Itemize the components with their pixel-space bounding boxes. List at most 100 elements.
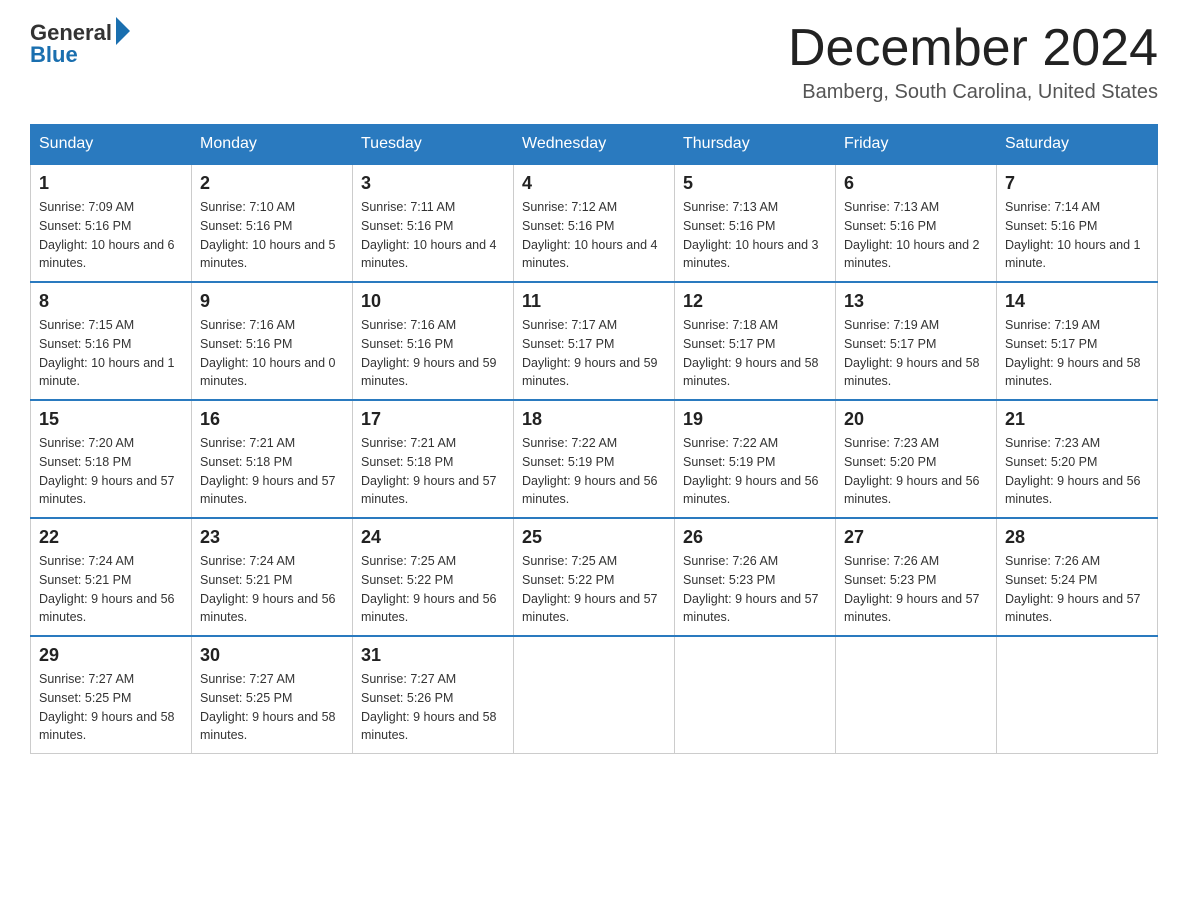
- day-number: 19: [683, 409, 827, 430]
- page-header: General Blue December 2024 Bamberg, Sout…: [30, 20, 1158, 104]
- week-row-5: 29 Sunrise: 7:27 AMSunset: 5:25 PMDaylig…: [31, 636, 1158, 754]
- calendar-cell: 30 Sunrise: 7:27 AMSunset: 5:25 PMDaylig…: [192, 636, 353, 754]
- header-cell-thursday: Thursday: [675, 125, 836, 165]
- day-number: 13: [844, 291, 988, 312]
- day-number: 18: [522, 409, 666, 430]
- calendar-cell: 11 Sunrise: 7:17 AMSunset: 5:17 PMDaylig…: [514, 282, 675, 400]
- day-number: 26: [683, 527, 827, 548]
- calendar-cell: 23 Sunrise: 7:24 AMSunset: 5:21 PMDaylig…: [192, 518, 353, 636]
- calendar-cell: 31 Sunrise: 7:27 AMSunset: 5:26 PMDaylig…: [353, 636, 514, 754]
- day-number: 28: [1005, 527, 1149, 548]
- day-number: 25: [522, 527, 666, 548]
- calendar-cell: 6 Sunrise: 7:13 AMSunset: 5:16 PMDayligh…: [836, 164, 997, 282]
- day-number: 16: [200, 409, 344, 430]
- week-row-2: 8 Sunrise: 7:15 AMSunset: 5:16 PMDayligh…: [31, 282, 1158, 400]
- calendar-cell: 9 Sunrise: 7:16 AMSunset: 5:16 PMDayligh…: [192, 282, 353, 400]
- calendar-cell: 5 Sunrise: 7:13 AMSunset: 5:16 PMDayligh…: [675, 164, 836, 282]
- calendar-cell: [675, 636, 836, 754]
- day-info: Sunrise: 7:10 AMSunset: 5:16 PMDaylight:…: [200, 198, 344, 273]
- day-number: 2: [200, 173, 344, 194]
- day-number: 30: [200, 645, 344, 666]
- calendar-cell: 15 Sunrise: 7:20 AMSunset: 5:18 PMDaylig…: [31, 400, 192, 518]
- calendar-cell: 22 Sunrise: 7:24 AMSunset: 5:21 PMDaylig…: [31, 518, 192, 636]
- week-row-1: 1 Sunrise: 7:09 AMSunset: 5:16 PMDayligh…: [31, 164, 1158, 282]
- header-cell-friday: Friday: [836, 125, 997, 165]
- day-number: 15: [39, 409, 183, 430]
- day-number: 29: [39, 645, 183, 666]
- calendar-cell: 4 Sunrise: 7:12 AMSunset: 5:16 PMDayligh…: [514, 164, 675, 282]
- calendar-cell: [997, 636, 1158, 754]
- day-number: 10: [361, 291, 505, 312]
- day-info: Sunrise: 7:18 AMSunset: 5:17 PMDaylight:…: [683, 316, 827, 391]
- calendar-cell: 29 Sunrise: 7:27 AMSunset: 5:25 PMDaylig…: [31, 636, 192, 754]
- calendar-cell: [514, 636, 675, 754]
- header-cell-saturday: Saturday: [997, 125, 1158, 165]
- logo: General Blue: [30, 20, 130, 68]
- day-info: Sunrise: 7:27 AMSunset: 5:26 PMDaylight:…: [361, 670, 505, 745]
- day-number: 24: [361, 527, 505, 548]
- day-info: Sunrise: 7:24 AMSunset: 5:21 PMDaylight:…: [200, 552, 344, 627]
- calendar-cell: 8 Sunrise: 7:15 AMSunset: 5:16 PMDayligh…: [31, 282, 192, 400]
- calendar-cell: 16 Sunrise: 7:21 AMSunset: 5:18 PMDaylig…: [192, 400, 353, 518]
- day-number: 5: [683, 173, 827, 194]
- day-info: Sunrise: 7:17 AMSunset: 5:17 PMDaylight:…: [522, 316, 666, 391]
- day-info: Sunrise: 7:11 AMSunset: 5:16 PMDaylight:…: [361, 198, 505, 273]
- day-info: Sunrise: 7:15 AMSunset: 5:16 PMDaylight:…: [39, 316, 183, 391]
- day-number: 21: [1005, 409, 1149, 430]
- day-number: 31: [361, 645, 505, 666]
- day-info: Sunrise: 7:20 AMSunset: 5:18 PMDaylight:…: [39, 434, 183, 509]
- day-number: 9: [200, 291, 344, 312]
- day-info: Sunrise: 7:19 AMSunset: 5:17 PMDaylight:…: [1005, 316, 1149, 391]
- day-number: 8: [39, 291, 183, 312]
- week-row-4: 22 Sunrise: 7:24 AMSunset: 5:21 PMDaylig…: [31, 518, 1158, 636]
- calendar-cell: 19 Sunrise: 7:22 AMSunset: 5:19 PMDaylig…: [675, 400, 836, 518]
- header-cell-tuesday: Tuesday: [353, 125, 514, 165]
- day-number: 6: [844, 173, 988, 194]
- calendar-cell: 1 Sunrise: 7:09 AMSunset: 5:16 PMDayligh…: [31, 164, 192, 282]
- calendar-cell: 12 Sunrise: 7:18 AMSunset: 5:17 PMDaylig…: [675, 282, 836, 400]
- day-info: Sunrise: 7:24 AMSunset: 5:21 PMDaylight:…: [39, 552, 183, 627]
- calendar-cell: 27 Sunrise: 7:26 AMSunset: 5:23 PMDaylig…: [836, 518, 997, 636]
- day-info: Sunrise: 7:12 AMSunset: 5:16 PMDaylight:…: [522, 198, 666, 273]
- day-number: 11: [522, 291, 666, 312]
- logo-triangle-icon: [116, 17, 130, 45]
- day-info: Sunrise: 7:21 AMSunset: 5:18 PMDaylight:…: [361, 434, 505, 509]
- day-info: Sunrise: 7:13 AMSunset: 5:16 PMDaylight:…: [844, 198, 988, 273]
- location-title: Bamberg, South Carolina, United States: [788, 81, 1158, 104]
- calendar-cell: 21 Sunrise: 7:23 AMSunset: 5:20 PMDaylig…: [997, 400, 1158, 518]
- day-number: 1: [39, 173, 183, 194]
- day-number: 23: [200, 527, 344, 548]
- calendar-cell: 24 Sunrise: 7:25 AMSunset: 5:22 PMDaylig…: [353, 518, 514, 636]
- day-info: Sunrise: 7:26 AMSunset: 5:23 PMDaylight:…: [844, 552, 988, 627]
- calendar-cell: 20 Sunrise: 7:23 AMSunset: 5:20 PMDaylig…: [836, 400, 997, 518]
- day-info: Sunrise: 7:19 AMSunset: 5:17 PMDaylight:…: [844, 316, 988, 391]
- day-info: Sunrise: 7:23 AMSunset: 5:20 PMDaylight:…: [1005, 434, 1149, 509]
- calendar-cell: 7 Sunrise: 7:14 AMSunset: 5:16 PMDayligh…: [997, 164, 1158, 282]
- day-info: Sunrise: 7:16 AMSunset: 5:16 PMDaylight:…: [361, 316, 505, 391]
- day-info: Sunrise: 7:09 AMSunset: 5:16 PMDaylight:…: [39, 198, 183, 273]
- day-info: Sunrise: 7:26 AMSunset: 5:24 PMDaylight:…: [1005, 552, 1149, 627]
- calendar-cell: [836, 636, 997, 754]
- day-number: 4: [522, 173, 666, 194]
- calendar-cell: 17 Sunrise: 7:21 AMSunset: 5:18 PMDaylig…: [353, 400, 514, 518]
- calendar-cell: 13 Sunrise: 7:19 AMSunset: 5:17 PMDaylig…: [836, 282, 997, 400]
- header-cell-wednesday: Wednesday: [514, 125, 675, 165]
- day-number: 7: [1005, 173, 1149, 194]
- day-info: Sunrise: 7:21 AMSunset: 5:18 PMDaylight:…: [200, 434, 344, 509]
- day-number: 12: [683, 291, 827, 312]
- header-cell-sunday: Sunday: [31, 125, 192, 165]
- title-section: December 2024 Bamberg, South Carolina, U…: [788, 20, 1158, 104]
- header-cell-monday: Monday: [192, 125, 353, 165]
- day-info: Sunrise: 7:13 AMSunset: 5:16 PMDaylight:…: [683, 198, 827, 273]
- day-info: Sunrise: 7:14 AMSunset: 5:16 PMDaylight:…: [1005, 198, 1149, 273]
- header-row: SundayMondayTuesdayWednesdayThursdayFrid…: [31, 125, 1158, 165]
- day-number: 14: [1005, 291, 1149, 312]
- calendar-cell: 28 Sunrise: 7:26 AMSunset: 5:24 PMDaylig…: [997, 518, 1158, 636]
- day-info: Sunrise: 7:23 AMSunset: 5:20 PMDaylight:…: [844, 434, 988, 509]
- calendar-cell: 25 Sunrise: 7:25 AMSunset: 5:22 PMDaylig…: [514, 518, 675, 636]
- week-row-3: 15 Sunrise: 7:20 AMSunset: 5:18 PMDaylig…: [31, 400, 1158, 518]
- day-info: Sunrise: 7:16 AMSunset: 5:16 PMDaylight:…: [200, 316, 344, 391]
- day-info: Sunrise: 7:27 AMSunset: 5:25 PMDaylight:…: [39, 670, 183, 745]
- day-number: 3: [361, 173, 505, 194]
- day-info: Sunrise: 7:25 AMSunset: 5:22 PMDaylight:…: [361, 552, 505, 627]
